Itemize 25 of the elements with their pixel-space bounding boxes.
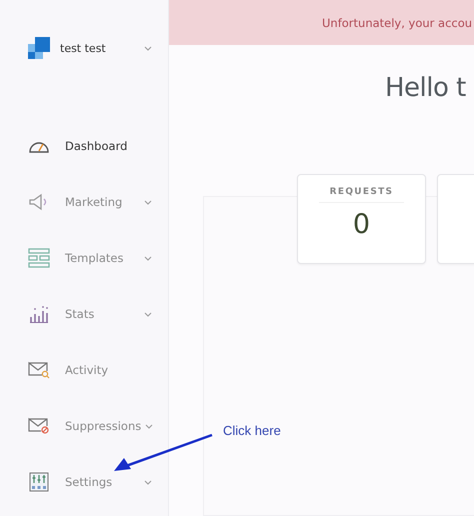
account-name[interactable]: test test — [60, 42, 144, 54]
sidebar-item[interactable]: Stats — [0, 286, 168, 342]
bar-chart-icon — [29, 305, 49, 323]
layout-icon — [28, 248, 50, 268]
sidebar-item[interactable]: Dashboard — [0, 118, 168, 174]
sidebar-item[interactable]: Settings — [0, 454, 168, 510]
alert-text: Unfortunately, your accou — [322, 16, 472, 30]
sidebar-item[interactable]: Marketing — [0, 174, 168, 230]
chevron-down-icon — [144, 256, 152, 260]
stat-title: REQUESTS — [319, 187, 404, 203]
logo-icon — [28, 37, 50, 59]
sliders-icon — [29, 472, 49, 492]
sidebar-item[interactable]: Suppressions — [0, 398, 168, 454]
chevron-down-icon — [144, 480, 152, 484]
annotation-text: Click here — [223, 423, 281, 438]
chevron-down-icon — [145, 424, 154, 428]
sidebar-item[interactable]: Activity — [0, 342, 168, 398]
mail-block-icon — [28, 417, 50, 435]
chevron-down-icon — [144, 46, 152, 50]
stat-value: 0 — [352, 209, 370, 240]
chevron-down-icon — [144, 312, 152, 316]
sidebar-item[interactable]: Templates — [0, 230, 168, 286]
chevron-down-icon — [144, 200, 152, 204]
greeting-heading: Hello t — [385, 72, 467, 104]
mail-search-icon — [28, 361, 50, 379]
